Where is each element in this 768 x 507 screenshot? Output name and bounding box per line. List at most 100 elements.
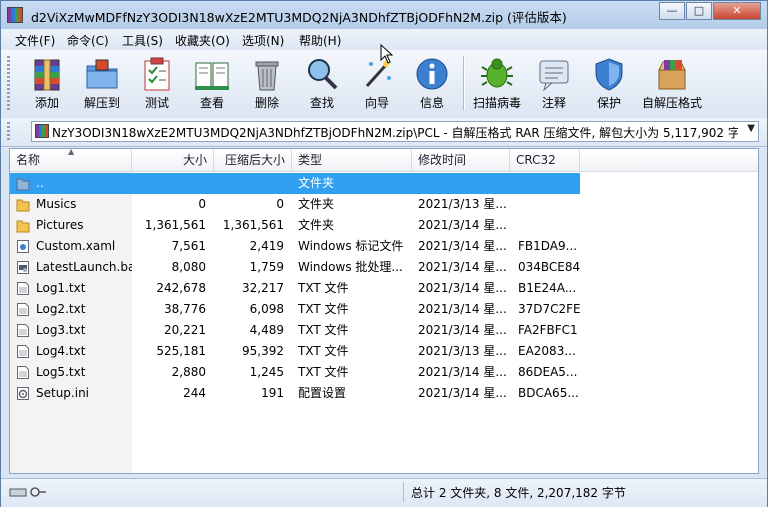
add-archive-icon (34, 59, 60, 91)
cell-crc: FA2FBFC1 (518, 323, 578, 337)
cell-packed: 4,489 (249, 323, 284, 337)
column-crc[interactable]: CRC32 (510, 149, 580, 171)
winrar-window: d2ViXzMwMDFfNzY3ODI3N18wXzE2MTU3MDQ2NjA3… (0, 0, 768, 507)
cell-crc: 86DEA5... (518, 365, 578, 379)
cell-crc: B1E24A... (518, 281, 577, 295)
menu-options[interactable]: 选项(N) (242, 32, 284, 49)
toolbar-grip[interactable] (7, 56, 10, 112)
cell-type: TXT 文件 (298, 365, 349, 379)
column-size[interactable]: 大小 (132, 149, 214, 171)
minimize-button[interactable]: — (659, 2, 685, 20)
sfx-box-icon (658, 60, 686, 90)
address-grip[interactable] (7, 122, 10, 142)
virus-scan-button[interactable]: 扫描病毒 (469, 56, 525, 111)
sfx-button[interactable]: 自解压格式 (641, 56, 703, 111)
cell-size: 525,181 (156, 344, 206, 358)
file-list[interactable]: ▲ 名称 大小 压缩后大小 类型 修改时间 CRC32 .. 文件夹 Musics 0… (9, 148, 759, 474)
find-button[interactable]: 查找 (294, 56, 350, 111)
test-button[interactable]: 测试 (129, 56, 185, 111)
close-button[interactable]: ✕ (713, 2, 761, 20)
cell-name: Log1.txt (36, 281, 86, 295)
column-modified[interactable]: 修改时间 (412, 149, 510, 171)
protect-button[interactable]: 保护 (581, 56, 637, 111)
sfx-label: 自解压格式 (641, 96, 702, 110)
cell-type: 文件夹 (298, 197, 335, 211)
table-row[interactable]: LatestLaunch.bat 8,080 1,759 Windows 批处理...… (10, 257, 580, 278)
cell-crc: EA2083... (518, 344, 576, 358)
title-bar[interactable]: d2ViXzMwMDFfNzY3ODI3N18wXzE2MTU3MDQ2NjA3… (1, 1, 767, 29)
table-row[interactable]: Log4.txt 525,181 95,392 TXT 文件 2021/3/13 星..… (10, 341, 580, 362)
cell-crc (518, 173, 580, 194)
cell-modified: 2021/3/13 星... (418, 344, 507, 358)
table-row[interactable]: Log5.txt 2,880 1,245 TXT 文件 2021/3/14 星... 86… (10, 362, 580, 383)
cell-packed: 95,392 (242, 344, 284, 358)
comment-button[interactable]: 注释 (526, 56, 582, 111)
view-button[interactable]: 查看 (184, 56, 240, 111)
table-row[interactable]: Pictures 1,361,561 1,361,561 文件夹 2021/3/14 星… (10, 215, 580, 236)
table-row[interactable]: Log1.txt 242,678 32,217 TXT 文件 2021/3/14 星..… (10, 278, 580, 299)
cell-packed: 2,419 (249, 239, 284, 253)
comment-icon (539, 60, 569, 92)
table-row[interactable]: Musics 0 0 文件夹 2021/3/13 星... (10, 194, 580, 215)
winrar-app-icon[interactable] (7, 7, 23, 23)
test-clipboard-icon (144, 57, 170, 91)
menu-tools[interactable]: 工具(S) (122, 32, 163, 49)
maximize-button[interactable]: □ (686, 2, 712, 20)
delete-button[interactable]: 删除 (239, 56, 295, 111)
test-label: 测试 (144, 96, 169, 110)
address-dropdown-icon[interactable]: ▼ (747, 123, 755, 134)
view-book-icon (195, 62, 229, 90)
file-rows: .. 文件夹 Musics 0 0 文件夹 2021/3/13 星... Pictures 1,… (10, 173, 758, 404)
cell-size: 0 (198, 197, 206, 211)
drive-key-icon[interactable] (9, 485, 47, 499)
table-row[interactable]: Setup.ini 244 191 配置设置 2021/3/14 星... BDCA65.… (10, 383, 580, 404)
table-row[interactable]: .. 文件夹 (10, 173, 580, 194)
cell-type: 文件夹 (298, 176, 335, 190)
cell-type: Windows 批处理... (298, 260, 403, 274)
menu-commands[interactable]: 命令(C) (67, 32, 109, 49)
cell-crc: FB1DA9... (518, 239, 578, 253)
extract-to-button[interactable]: 解压到 (74, 56, 130, 111)
status-summary: 总计 2 文件夹, 8 文件, 2,207,182 字节 (411, 486, 626, 500)
cell-crc: 034BCE84 (518, 260, 580, 274)
cell-size: 244 (183, 386, 206, 400)
cell-size (132, 173, 206, 194)
shield-icon (595, 58, 623, 91)
column-type[interactable]: 类型 (292, 149, 412, 171)
bat-file-icon (16, 260, 30, 275)
cell-packed: 32,217 (242, 281, 284, 295)
address-field[interactable]: NzY3ODI3N18wXzE2MTU3MDQ2NjA3NDhfZTBjODFh… (31, 121, 759, 142)
table-row[interactable]: Custom.xaml 7,561 2,419 Windows 标记文件 2021/3/… (10, 236, 580, 257)
add-button[interactable]: 添加 (19, 56, 75, 111)
cell-type: 文件夹 (298, 218, 335, 232)
toolbar-separator (463, 56, 465, 110)
column-name[interactable]: ▲ 名称 (10, 149, 132, 171)
menu-favorites[interactable]: 收藏夹(O) (175, 32, 230, 49)
cell-crc (518, 215, 580, 236)
cell-size: 7,561 (171, 239, 206, 253)
cell-name: .. (36, 176, 44, 190)
menu-file[interactable]: 文件(F) (15, 32, 55, 49)
cell-crc: 37D7C2FE (518, 302, 580, 316)
text-file-icon (16, 344, 30, 359)
info-label: 信息 (419, 96, 444, 110)
folder-up-icon (16, 176, 30, 191)
cell-modified: 2021/3/14 星... (418, 239, 507, 253)
menu-help[interactable]: 帮助(H) (299, 32, 341, 49)
info-button[interactable]: 信息 (404, 56, 460, 111)
cell-size: 1,361,561 (144, 218, 206, 232)
status-separator (403, 482, 404, 502)
cell-size: 2,880 (171, 365, 206, 379)
column-packed[interactable]: 压缩后大小 (214, 149, 292, 171)
info-icon (416, 58, 448, 90)
wizard-button[interactable]: 向导 (349, 56, 405, 111)
find-label: 查找 (309, 96, 334, 110)
folder-icon (16, 218, 30, 233)
address-bar: NzY3ODI3N18wXzE2MTU3MDQ2NjA3NDhfZTBjODFh… (1, 118, 767, 147)
table-row[interactable]: Log3.txt 20,221 4,489 TXT 文件 2021/3/14 星... F… (10, 320, 580, 341)
table-row[interactable]: Log2.txt 38,776 6,098 TXT 文件 2021/3/14 星... 3… (10, 299, 580, 320)
text-file-icon (16, 365, 30, 380)
ini-file-icon (16, 386, 30, 401)
cell-modified: 2021/3/14 星... (418, 386, 507, 400)
cell-packed: 0 (276, 197, 284, 211)
